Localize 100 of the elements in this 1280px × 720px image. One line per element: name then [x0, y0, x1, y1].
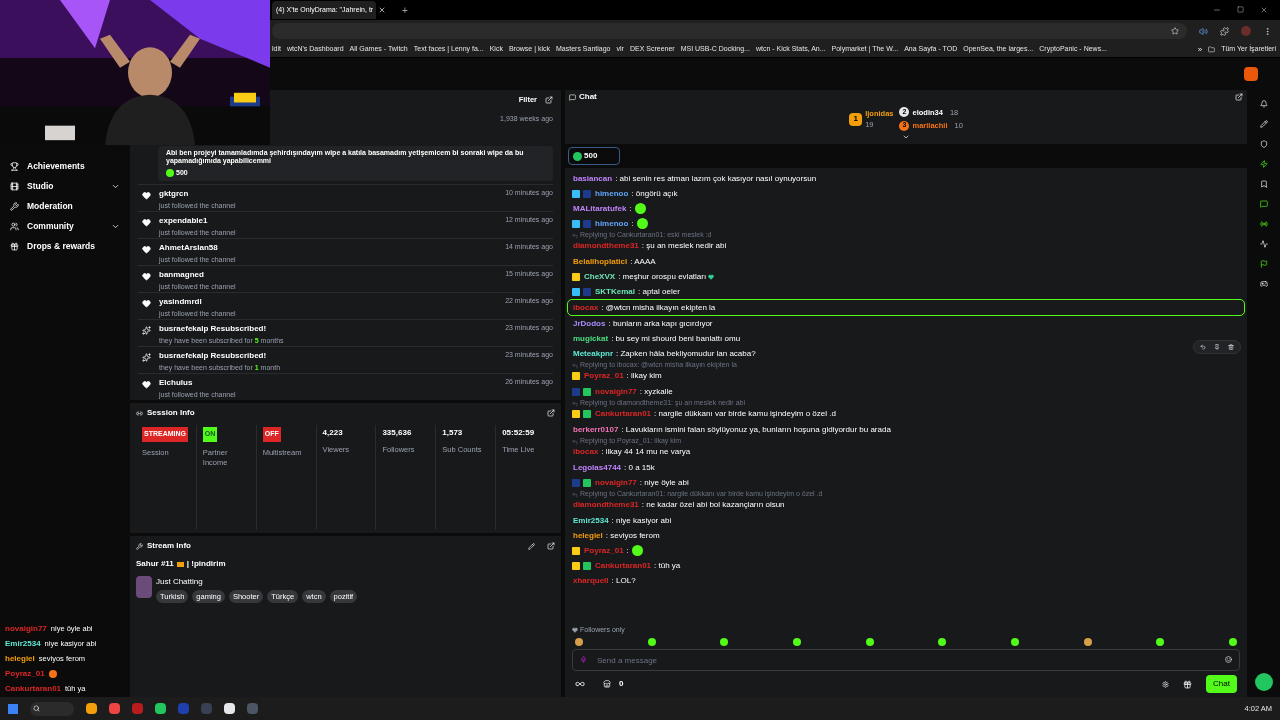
nav-icon [10, 201, 19, 211]
message-text: : bunların arka kapı gıcırdıyor [608, 318, 713, 329]
app-icon[interactable] [155, 703, 166, 714]
category-thumbnail [136, 576, 152, 598]
heart-icon [142, 272, 151, 281]
star-icon[interactable] [1171, 27, 1179, 35]
username: Cankurtaran01 [594, 560, 653, 571]
message-text: : Zapken hâla bekliyomudur lan acaba? [616, 348, 756, 359]
emoji-icon[interactable] [1225, 656, 1232, 663]
pin-icon[interactable] [1214, 344, 1220, 350]
tool-icon[interactable] [1259, 260, 1268, 268]
username: berkerr0107 [572, 424, 620, 435]
coin-icon [166, 168, 174, 177]
username: Emir2534 [5, 638, 41, 650]
username: ibocax [572, 302, 600, 313]
username: ibocax [572, 446, 600, 457]
maximize-icon[interactable] [1237, 6, 1244, 13]
nav-icon [10, 161, 19, 171]
app-icon[interactable] [224, 703, 235, 714]
heart-icon [142, 218, 151, 227]
new-tab-button[interactable]: + [402, 2, 408, 18]
username: Cankurtaran01 [5, 683, 62, 695]
nav-item[interactable]: Studio [27, 179, 103, 193]
gift-icon[interactable] [1183, 679, 1193, 689]
audio-icon[interactable] [1199, 26, 1208, 36]
message-text: : abi senin res atman lazım çok kasıyor nasıl oynuyorsun [615, 173, 817, 184]
tool-icon[interactable] [1259, 220, 1268, 228]
tool-icon[interactable] [1259, 100, 1268, 108]
heart-icon [142, 380, 151, 389]
message-text: : 0 a 15k [624, 462, 655, 473]
nav-item[interactable]: Achievements [27, 159, 120, 173]
event-title: busraefekalp Resubscribed! [159, 350, 268, 362]
popout-icon[interactable] [1235, 93, 1243, 101]
popout-icon[interactable] [545, 95, 553, 104]
nav-item[interactable]: Moderation [27, 199, 120, 213]
edit-icon[interactable] [528, 542, 535, 550]
search-icon [33, 705, 40, 712]
message-text: : nargile dükkanı var birde kamu işindeyim o özel .d [654, 408, 836, 419]
delete-icon[interactable] [1228, 344, 1234, 350]
more-bookmarks-button[interactable]: » [1197, 43, 1203, 56]
panel-title: Stream Info [147, 540, 192, 552]
undo-icon[interactable] [1200, 344, 1206, 350]
message-text: : [629, 203, 632, 214]
sparkle-icon [142, 326, 151, 335]
user-avatar[interactable] [1244, 67, 1258, 81]
message-text: : tüh ya [654, 560, 681, 571]
chat-send-button[interactable]: Chat [1206, 675, 1237, 693]
heart-icon [572, 626, 578, 633]
panel-title: Chat [579, 91, 598, 103]
stat-value: 1,573 [442, 427, 464, 439]
message-text: : AAAA [630, 256, 656, 267]
nav-item[interactable]: Drops & rewards [27, 239, 120, 253]
message-text: : öngörü açık [631, 188, 678, 199]
event-title: gktgrcn [159, 188, 190, 200]
popout-icon[interactable] [547, 542, 555, 550]
username: helegiel [572, 530, 604, 541]
heart-icon [142, 299, 151, 308]
coin-icon [573, 151, 582, 161]
nav-icon [10, 181, 19, 191]
message-text: : ilkay kim [626, 370, 662, 381]
sparkle-icon [142, 353, 151, 362]
message-text: : şu an meslek nedir abi [641, 240, 727, 251]
event-title: busraefekalp Resubscribed! [159, 323, 268, 335]
start-icon[interactable] [8, 703, 18, 714]
popout-icon[interactable] [547, 409, 555, 417]
infinity-icon[interactable] [575, 679, 585, 689]
username: Legolas4744 [572, 462, 623, 473]
help-button[interactable] [1254, 673, 1273, 691]
username: himenoo [594, 188, 630, 199]
message-text: : Lavukların ismini falan söylüyonuz ya, bunların hoşuna gidiyordur bu arada [621, 424, 891, 435]
username: Poyraz_01 [5, 668, 45, 680]
tool-icon[interactable] [1259, 160, 1268, 168]
crown-icon [176, 561, 184, 567]
heart-icon [142, 245, 151, 254]
nav-item[interactable]: Community [27, 219, 103, 233]
search-box[interactable] [30, 701, 74, 716]
stat-value: 05:52:59 [502, 427, 536, 439]
username: Cankurtaran01 [594, 408, 653, 419]
message-text: : ilkay 44 14 mu ne varya [601, 446, 691, 457]
message-input[interactable]: Send a message [572, 649, 1240, 671]
gift-amount: 500 [584, 150, 598, 162]
extensions-icon[interactable] [1220, 26, 1229, 36]
reply-icon [572, 232, 578, 239]
message-text: : meşhur orospu evlatları [618, 271, 707, 282]
menu-icon[interactable] [1263, 26, 1272, 36]
event-title: yasindmrdl [159, 296, 203, 308]
settings-icon[interactable] [1162, 680, 1170, 688]
stream-title: Sahur #11 [136, 558, 174, 570]
folder-icon [1208, 46, 1216, 53]
event-title: banmagned [159, 269, 205, 281]
username: diamondtheme31 [572, 499, 640, 510]
pinned-gift[interactable]: 500 [568, 147, 620, 165]
tool-icon[interactable] [1259, 200, 1268, 208]
event-title: AhmetArslan58 [159, 242, 219, 254]
event-title: Elchulus [159, 377, 194, 389]
store-icon[interactable] [603, 680, 611, 688]
message-text: : [631, 218, 634, 229]
app-icon[interactable] [86, 703, 97, 714]
message-text: : ne kadar özel abi bol kazançların olsun [641, 499, 785, 510]
close-icon[interactable] [1260, 6, 1268, 14]
